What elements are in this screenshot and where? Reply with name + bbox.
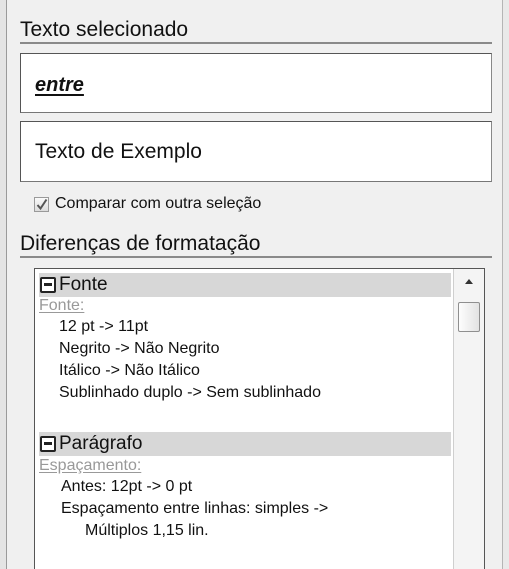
heading-divider: [20, 256, 492, 258]
difference-item: Múltiplos 1,15 lin.: [85, 522, 209, 539]
differences-heading: Diferenças de formatação: [20, 232, 261, 255]
differences-list-content: Fonte Fonte: 12 pt -> 11pt Negrito -> Nã…: [39, 269, 451, 569]
selected-text-box[interactable]: entre: [20, 53, 492, 113]
sample-text-box[interactable]: Texto de Exemplo: [20, 121, 492, 182]
vertical-scrollbar[interactable]: [453, 269, 484, 569]
difference-item: Antes: 12pt -> 0 pt: [61, 478, 193, 495]
group-title: Parágrafo: [59, 433, 143, 454]
difference-item: Itálico -> Não Itálico: [59, 362, 200, 379]
difference-item: Sublinhado duplo -> Sem sublinhado: [59, 384, 321, 401]
compare-checkbox-label: Comparar com outra seleção: [55, 195, 262, 212]
heading-divider: [20, 42, 492, 44]
selected-text-heading: Texto selecionado: [20, 18, 189, 41]
group-subheading: Fonte:: [39, 297, 85, 314]
scroll-up-arrow-icon[interactable]: [458, 272, 480, 292]
selected-text-value: entre: [35, 74, 84, 96]
collapse-minus-icon[interactable]: [40, 436, 56, 452]
differences-list[interactable]: Fonte Fonte: 12 pt -> 11pt Negrito -> Nã…: [34, 268, 485, 569]
scroll-thumb[interactable]: [458, 302, 480, 332]
collapse-minus-icon[interactable]: [40, 277, 56, 293]
group-title: Fonte: [59, 274, 108, 295]
difference-item: Espaçamento entre linhas: simples ->: [61, 500, 329, 517]
checkmark-icon: [36, 198, 48, 210]
difference-item: Negrito -> Não Negrito: [59, 340, 220, 357]
group-header-font[interactable]: Fonte: [39, 273, 451, 297]
compare-checkbox[interactable]: [34, 196, 49, 212]
group-header-paragraph[interactable]: Parágrafo: [39, 432, 451, 456]
panel-frame-right: [502, 0, 509, 569]
group-subheading: Espaçamento:: [39, 457, 142, 474]
sample-text-value: Texto de Exemplo: [35, 140, 202, 163]
difference-item: 12 pt -> 11pt: [59, 318, 149, 335]
compare-checkbox-row[interactable]: Comparar com outra seleção: [34, 194, 261, 214]
panel-frame-left: [0, 0, 7, 569]
